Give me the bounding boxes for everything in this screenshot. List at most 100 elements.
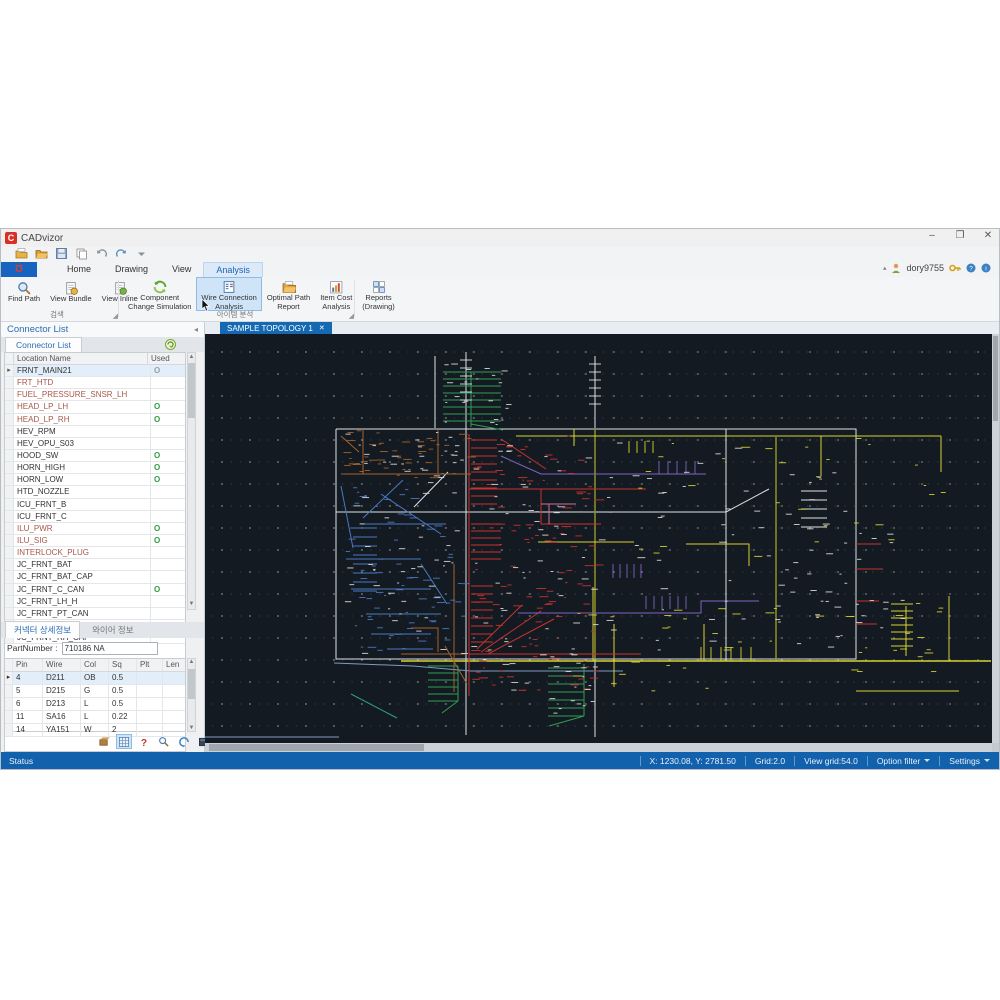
table-row[interactable]: FUEL_PRESSURE_SNSR_LH [5, 389, 185, 402]
restore-button[interactable]: ❐ [953, 230, 967, 241]
window-title: CADvizor [21, 232, 64, 244]
ribbon-tab-home[interactable]: Home [55, 262, 103, 277]
drawing-canvas[interactable] [205, 334, 992, 743]
wire [411, 627, 439, 652]
col-location-name[interactable]: Location Name [14, 353, 148, 364]
col-wire[interactable]: Wire [43, 659, 81, 671]
settings-menu[interactable]: Settings [939, 755, 999, 766]
table-row[interactable]: HOOD_SW O [5, 449, 185, 463]
reports-drawing--button[interactable]: Reports (Drawing) [357, 277, 400, 311]
table-row[interactable]: JC_FRNT_PT_CAN [5, 607, 185, 620]
scroll-up-icon[interactable]: ▲ [188, 659, 195, 665]
item-cost-analysis-button[interactable]: Item Cost Analysis [315, 277, 357, 311]
wire [444, 645, 468, 685]
table-row[interactable]: ILU_PWR O [5, 522, 185, 535]
info-icon[interactable]: i [981, 263, 991, 273]
col-len[interactable]: Len [163, 659, 185, 671]
canvas-vscrollbar[interactable] [992, 334, 999, 743]
table-row[interactable]: ICU_FRNT_B [5, 498, 185, 511]
table-row[interactable]: JC_FRNT_C_CAN O [5, 583, 185, 596]
collapse-ribbon-icon[interactable]: ▴ [883, 264, 887, 272]
optimal-path-report-button[interactable]: Optimal Path Report [262, 277, 315, 311]
group-label: 검색 [50, 310, 64, 319]
help-icon[interactable]: ? [966, 263, 976, 273]
key-icon[interactable] [949, 263, 961, 273]
part-number-label: PartNumber : [7, 643, 58, 653]
document-area: SAMPLE TOPOLOGY 1 ✕ [205, 322, 999, 752]
table-row[interactable]: HORN_LOW O [5, 474, 185, 487]
copy-icon [76, 248, 87, 259]
wire [548, 715, 585, 727]
table-row[interactable]: ▸ FRNT_MAIN21 O [5, 365, 185, 378]
scroll-up-icon[interactable]: ▲ [188, 353, 195, 362]
table-row[interactable]: ▸ 4 D211 OB 0.5 [5, 672, 185, 685]
minimize-button[interactable]: – [925, 230, 939, 241]
connector-table-header[interactable]: Location Name Used [5, 353, 185, 365]
coordinates: X: 1230.08, Y: 2781.50 [639, 755, 745, 766]
component-icon[interactable] [96, 734, 112, 749]
document-tab-close-icon[interactable]: ✕ [319, 324, 325, 332]
option-filter-menu[interactable]: Option filter [866, 755, 939, 766]
part-number-input[interactable] [61, 641, 158, 655]
detail-tab[interactable]: 와이어 정보 [84, 622, 141, 638]
col-used[interactable]: Used [148, 353, 185, 364]
component-change-simulation-button[interactable]: Component Change Simulation [123, 277, 196, 311]
scroll-down-icon[interactable]: ▼ [188, 600, 195, 609]
col-col[interactable]: Col [81, 659, 109, 671]
connector-scrollbar[interactable]: ▲ ▼ [187, 352, 196, 610]
document-tab[interactable]: SAMPLE TOPOLOGY 1 ✕ [220, 322, 332, 334]
table-row[interactable]: HTD_NOZZLE [5, 486, 185, 499]
detail-scrollbar[interactable]: ▲ ▼ [187, 658, 196, 732]
table-row[interactable]: HEV_OPU_S03 [5, 437, 185, 450]
wire-question-icon[interactable]: ? [136, 734, 152, 749]
table-row[interactable]: 6 D213 L 0.5 [5, 698, 185, 711]
panel-collapse-icon[interactable]: ◂ [194, 325, 198, 334]
table-row[interactable]: INTERLOCK_PLUG [5, 547, 185, 560]
table-row[interactable]: HORN_HIGH O [5, 462, 185, 475]
view-bundle-button[interactable]: View Bundle [45, 277, 97, 311]
user-area: ▴ dory9755 ? i [883, 263, 991, 273]
col-pin[interactable]: Pin [13, 659, 43, 671]
wire-detail-table: Pin Wire Col Sq Plt Len ▸ 4 D211 OB 0.5 5 D215 G 0.5 6… [4, 658, 186, 737]
refresh-green [153, 280, 167, 294]
app-menu-icon: Ʊ [14, 264, 24, 275]
title-bar[interactable]: C CADvizor – ❐ ✕ [1, 229, 999, 247]
refresh-blue-icon[interactable] [176, 734, 192, 749]
table-row[interactable]: ICU_FRNT_C [5, 510, 185, 523]
user-name: dory9755 [906, 263, 944, 273]
close-button[interactable]: ✕ [981, 230, 995, 241]
table-row[interactable]: JC_FRNT_BAT [5, 559, 185, 572]
table-row[interactable]: 5 D215 G 0.5 [5, 685, 185, 698]
grid-setting: Grid:2.0 [744, 755, 794, 766]
table-row[interactable]: ILU_SIG O [5, 534, 185, 548]
refresh-icon[interactable] [165, 339, 176, 350]
app-window: C CADvizor – ❐ ✕ Ʊ Home Drawing View Analys… [0, 228, 1000, 770]
wire [518, 600, 759, 614]
wire-question-icon: ? [141, 738, 147, 748]
ribbon-tab-view[interactable]: View [160, 262, 203, 277]
ribbon-group-search: Find Path View Bundle View Inline 검색 ◢ [3, 277, 138, 320]
inspect-icon[interactable] [156, 734, 172, 749]
table-row[interactable]: HEAD_LP_LH O [5, 401, 185, 414]
connector-list-panel: Connector List ◂ Connector List Location… [1, 322, 230, 752]
scroll-down-icon[interactable]: ▼ [188, 725, 195, 731]
connector-list-tab[interactable]: Connector List [5, 337, 82, 352]
grid-view-icon[interactable] [116, 734, 132, 749]
table-row[interactable]: 11 SA16 L 0.22 [5, 711, 185, 724]
table-row[interactable]: JC_FRNT_BAT_CAP [5, 571, 185, 584]
canvas-hscrollbar[interactable] [205, 743, 992, 752]
ribbon-tab-analysis[interactable]: Analysis [203, 262, 263, 277]
table-row[interactable]: FRT_HTD [5, 377, 185, 390]
detail-tab[interactable]: 커넥터 상세정보 [5, 621, 81, 638]
table-row[interactable]: HEAD_LP_RH O [5, 413, 185, 426]
table-row[interactable]: JC_FRNT_LH_H [5, 595, 185, 608]
ribbon-tab-drawing[interactable]: Drawing [103, 262, 160, 277]
app-menu-button[interactable]: Ʊ [1, 262, 37, 277]
wire [340, 435, 360, 453]
find-path-button[interactable]: Find Path [3, 277, 45, 311]
col-plt[interactable]: Plt [137, 659, 163, 671]
table-row[interactable]: HEV_RPM [5, 425, 185, 438]
ribbon: Find Path View Bundle View Inline 검색 ◢ Com… [1, 277, 999, 322]
col-sq[interactable]: Sq [109, 659, 137, 671]
ribbon-tabs: Home Drawing View Analysis [55, 262, 263, 277]
